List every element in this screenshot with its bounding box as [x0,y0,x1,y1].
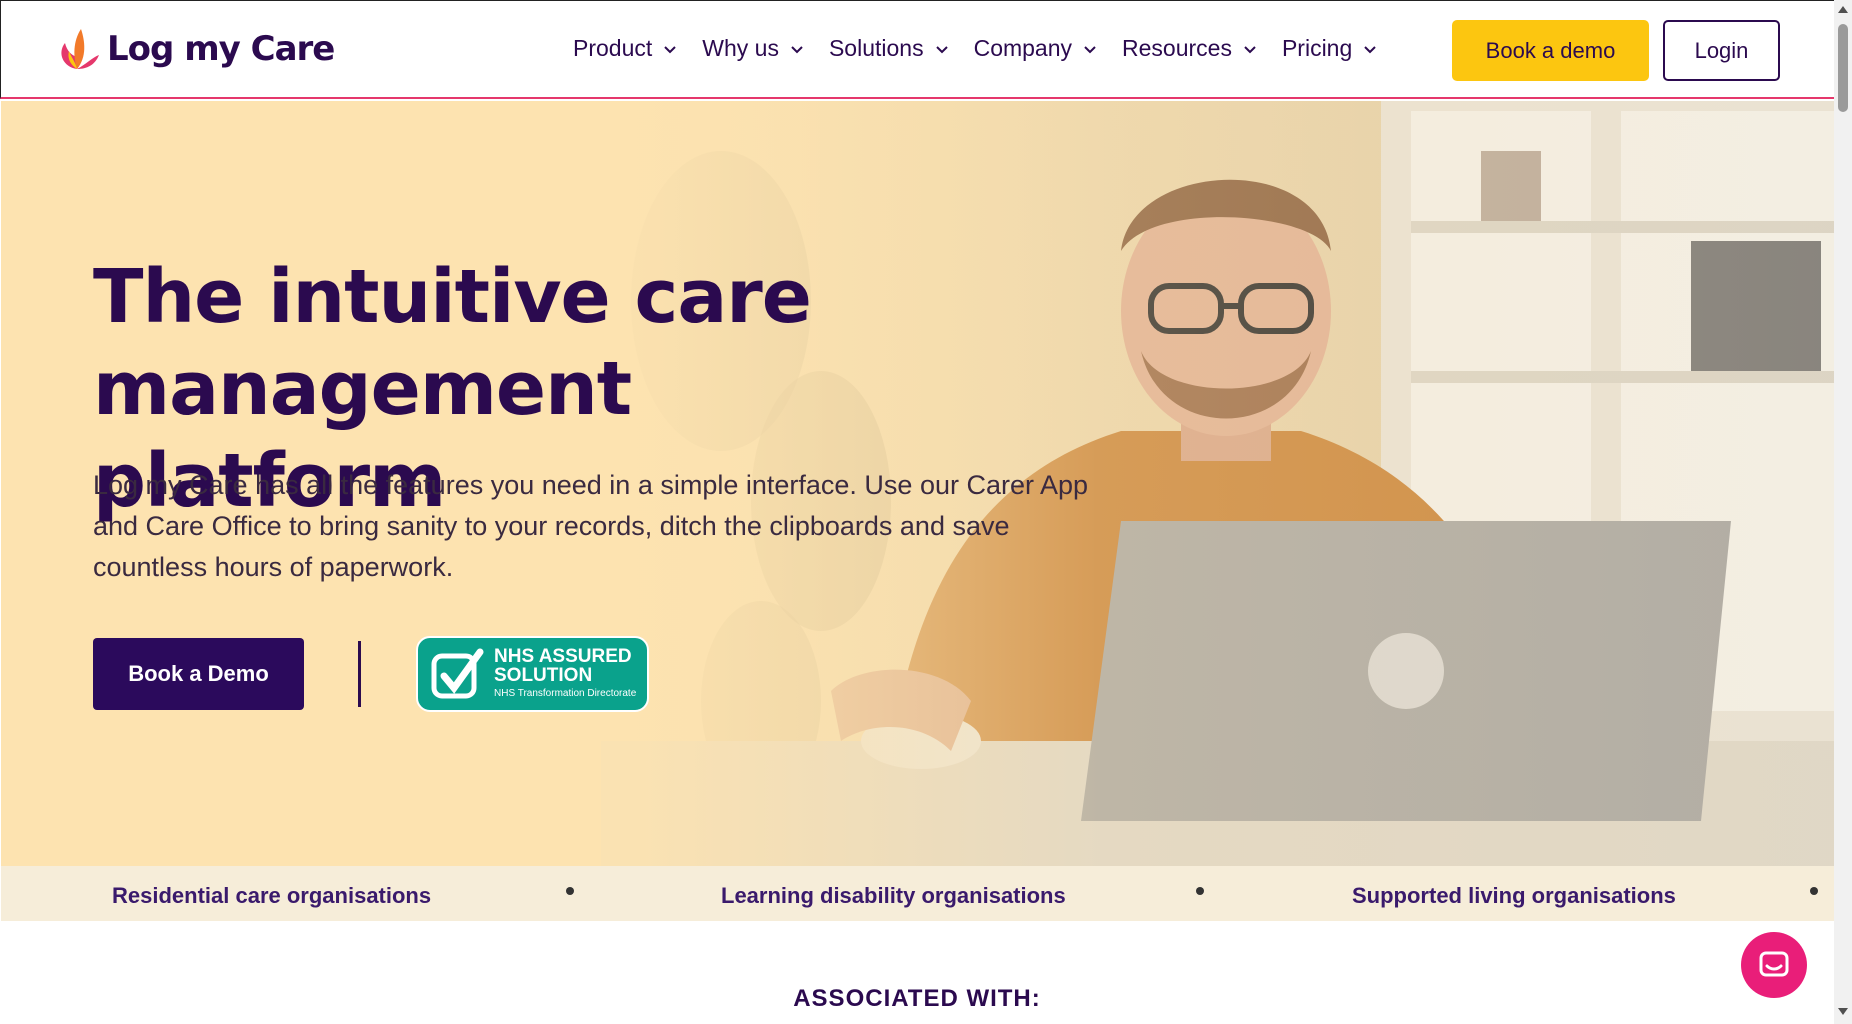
nhs-badge-line1: NHS ASSURED [494,646,632,667]
logo-text: Log my Care [107,29,335,69]
nhs-badge-line3: NHS Transformation Directorate [494,688,637,699]
ticker-item: Learning disability organisations [721,883,1066,908]
chevron-down-icon [1244,45,1256,53]
hero-subtitle-line3: countless hours of paperwork. [93,552,454,582]
ticker-item: Supported living organisations [1352,883,1676,908]
login-button[interactable]: Login [1663,20,1780,81]
hero-section: The intuitive care management platform L… [1,101,1834,866]
hero-subtitle-line2: and Care Office to bring sanity to your … [93,511,1010,541]
scroll-up-arrow-icon[interactable] [1838,6,1848,13]
page-scrollbar[interactable] [1834,0,1852,1024]
nav-item-company[interactable]: Company [974,35,1098,62]
checkmark-icon [431,648,484,699]
hero-subtitle: Log my Care has all the features you nee… [93,465,1173,588]
nav-item-resources[interactable]: Resources [1122,35,1258,62]
nav-item-label: Company [973,35,1073,61]
logo-flame-icon [61,29,99,69]
nhs-assured-badge: NHS ASSURED SOLUTION NHS Transformation … [416,636,649,712]
vertical-divider [358,641,361,707]
nav-item-label: Resources [1122,35,1232,61]
main-nav: Product Why us Solutions Company Resourc… [573,35,1402,62]
chevron-down-icon [664,45,676,53]
nav-item-solutions[interactable]: Solutions [829,35,950,62]
chevron-down-icon [935,45,948,53]
chat-icon [1759,951,1789,977]
book-demo-button[interactable]: Book a demo [1452,20,1649,81]
nav-item-label: Product [573,35,653,61]
nhs-badge-line2: SOLUTION [494,665,593,686]
site-header: Log my Care Product Why us Solutions Com… [0,0,1834,99]
scroll-down-arrow-icon[interactable] [1838,1008,1848,1015]
nhs-badge-text: NHS ASSURED SOLUTION NHS Transformation … [494,647,636,701]
chat-launcher-button[interactable] [1741,932,1807,998]
chevron-down-icon [1084,45,1096,53]
nav-item-pricing[interactable]: Pricing [1282,35,1378,62]
ticker-item: Residential care organisations [112,883,432,908]
nav-item-why-us[interactable]: Why us [702,35,805,62]
scroll-thumb[interactable] [1838,24,1848,112]
bullet-dot [1196,887,1204,895]
hero-subtitle-line1: Log my Care has all the features you nee… [93,470,1089,500]
organisation-ticker: Residential care organisations Learning … [1,866,1834,921]
nav-item-label: Pricing [1281,35,1353,61]
chevron-down-icon [791,45,803,53]
nav-item-product[interactable]: Product [573,35,678,62]
bullet-dot [1810,887,1818,895]
hero-book-demo-button[interactable]: Book a Demo [93,638,304,710]
logo[interactable]: Log my Care [55,27,335,71]
nav-item-label: Why us [702,35,779,61]
associated-with-heading: ASSOCIATED WITH: [793,985,1041,1012]
nav-item-label: Solutions [828,35,924,61]
bullet-dot [566,887,574,895]
hero-title-line1: The intuitive care [93,254,812,340]
chevron-down-icon [1364,45,1376,53]
